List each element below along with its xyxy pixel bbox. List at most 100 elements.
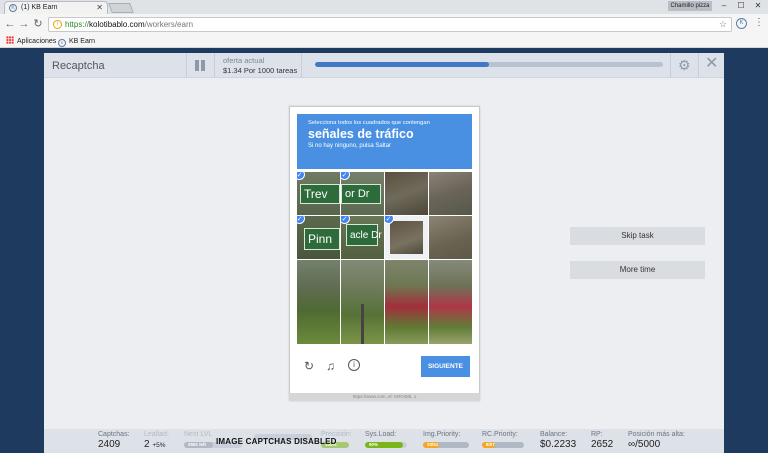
task-timer-progress-fill: [315, 62, 489, 67]
captcha-tile[interactable]: [429, 216, 472, 259]
stat-label: Captchas:: [98, 431, 130, 438]
loyalty-value: 2: [144, 439, 150, 450]
captcha-tile[interactable]: [429, 172, 472, 215]
task-topbar: Recaptcha oferta actual $1.34 Por 1000 t…: [44, 53, 724, 78]
bar-fill: 8/57: [482, 442, 495, 448]
bar-fill: 2591 left: [184, 442, 213, 448]
stat-sys-load: Sys.Load: 90%: [365, 431, 407, 448]
divider: [186, 53, 187, 78]
captcha-tile[interactable]: [341, 260, 384, 344]
stat-value: 2 +5%: [144, 439, 169, 452]
captcha-tile[interactable]: acle Dr ✓: [341, 216, 384, 259]
url-scheme: https://: [65, 20, 90, 29]
kb-extension-icon[interactable]: K: [736, 18, 747, 29]
captcha-tile[interactable]: or Dr ✓: [341, 172, 384, 215]
stat-loyalty: Lealtad: 2 +5%: [144, 431, 169, 452]
recaptcha-grid: Trev ✓ or Dr ✓ Pinn ✓ acle Dr ✓ ✓: [297, 172, 472, 344]
gear-icon[interactable]: ⚙: [678, 58, 691, 72]
recaptcha-footer: ↻ ♫ i SIGUIENTE: [297, 350, 472, 384]
bar-fill: 90%: [365, 442, 403, 448]
task-name: Recaptcha: [52, 60, 105, 72]
browser-menu-icon[interactable]: ⋮: [754, 17, 764, 28]
stat-value: 2652: [591, 439, 614, 450]
recaptcha-target: señales de tráfico: [308, 127, 414, 141]
bookmark-apps[interactable]: Aplicaciones: [6, 36, 56, 47]
stat-label: RC.Priority:: [482, 431, 518, 438]
stats-bar: Captchas: 2409 Lealtad: 2 +5% Next LVL 2…: [44, 429, 724, 453]
info-icon[interactable]: i: [348, 359, 360, 371]
address-bar[interactable]: i https://kolotibablo.com/workers/earn ☆: [48, 17, 732, 32]
captcha-tile[interactable]: Pinn ✓: [297, 216, 340, 259]
stat-label: Posición más alta:: [628, 431, 685, 438]
checkmark-icon: ✓: [297, 172, 305, 180]
mailbox-post: [361, 304, 364, 344]
stat-balance: Balance: $0.2233: [540, 431, 576, 451]
stat-label: Balance:: [540, 431, 568, 438]
captcha-tile[interactable]: [385, 172, 428, 215]
stat-rp: RP: 2652: [591, 431, 613, 451]
browser-tabbar: K (1) KB Earn ✕ Chamillo pizza – ☐ ✕: [0, 0, 768, 14]
captcha-tile[interactable]: [429, 260, 472, 344]
stat-label: Lealtad:: [144, 431, 169, 438]
kb-favicon-icon: K: [58, 39, 66, 47]
street-sign: or Dr: [341, 184, 381, 204]
maximize-icon[interactable]: ☐: [733, 0, 749, 12]
audio-icon[interactable]: ♫: [326, 359, 335, 373]
new-tab-button[interactable]: [108, 3, 134, 13]
divider: [214, 53, 215, 78]
stat-label: RP:: [591, 431, 603, 438]
window-close-icon[interactable]: ✕: [750, 0, 766, 12]
pause-icon[interactable]: [195, 60, 205, 71]
tab-close-icon[interactable]: ✕: [96, 2, 103, 14]
stat-value: $0.2233: [540, 439, 577, 450]
apps-grid-icon: [6, 36, 14, 44]
stat-max-position: Posición más alta: ∞/5000: [628, 431, 685, 451]
bookmark-kb-earn[interactable]: K KB Earn: [58, 36, 95, 47]
skip-task-button[interactable]: Skip task: [570, 227, 705, 245]
checkmark-icon: ✓: [341, 216, 350, 224]
browser-toolbar: ← → ↻ i https://kolotibablo.com/workers/…: [0, 14, 768, 35]
reload-page-icon[interactable]: ↻: [31, 17, 45, 31]
image-captchas-disabled-notice: IMAGE CAPTCHAS DISABLED: [216, 437, 337, 446]
task-timer-progress: [315, 62, 663, 67]
divider: [698, 53, 699, 78]
close-icon[interactable]: ✕: [705, 56, 718, 72]
kb-favicon-icon: K: [9, 4, 17, 12]
browser-tab[interactable]: K (1) KB Earn ✕: [4, 1, 108, 14]
bookmark-apps-label: Aplicaciones: [17, 38, 57, 45]
offer-label: oferta actual: [223, 56, 265, 65]
next-button[interactable]: SIGUIENTE: [421, 356, 470, 377]
street-sign: acle Dr: [346, 224, 382, 246]
captcha-tile[interactable]: [385, 260, 428, 344]
stat-value: 2409: [98, 439, 121, 450]
bookmark-kb-earn-label: KB Earn: [69, 38, 96, 45]
tab-title: (1) KB Earn: [21, 4, 58, 11]
street-sign: Pinn: [304, 228, 340, 250]
bookmarks-bar: Aplicaciones K KB Earn: [0, 35, 768, 48]
more-time-button[interactable]: More time: [570, 261, 705, 279]
stat-rc-priority: RC.Priority: 8/57: [482, 431, 524, 448]
url-host: kolotibablo.com: [89, 20, 145, 29]
back-icon[interactable]: ←: [3, 17, 17, 31]
captcha-tile[interactable]: ✓: [385, 216, 428, 259]
img-priority-bar: 33/51: [423, 442, 469, 448]
minimize-icon[interactable]: –: [716, 0, 732, 12]
divider: [301, 53, 302, 78]
security-warning-icon[interactable]: i: [53, 20, 62, 29]
sys-load-bar: 90%: [365, 442, 407, 448]
reload-icon[interactable]: ↻: [304, 359, 314, 373]
bookmark-star-icon[interactable]: ☆: [719, 18, 727, 31]
recaptcha-subtext: Si no hay ninguno, pulsa Saltar: [308, 143, 392, 149]
url-path: /workers/earn: [144, 20, 194, 29]
loyalty-delta: +5%: [152, 442, 166, 449]
recaptcha-frame: Selecciona todos los cuadrados que conte…: [289, 106, 480, 401]
captcha-tile[interactable]: Trev ✓: [297, 172, 340, 215]
recaptcha-header: Selecciona todos los cuadrados que conte…: [297, 114, 472, 169]
user-profile-chip[interactable]: Chamillo pizza: [668, 1, 712, 11]
checkmark-icon: ✓: [341, 172, 350, 180]
captcha-tile[interactable]: [297, 260, 340, 344]
forward-icon[interactable]: →: [17, 17, 31, 31]
captcha-source-url: https://www.com, el: KRO485, 1: [289, 393, 480, 401]
divider: [670, 53, 671, 78]
stat-value: ∞/5000: [628, 439, 661, 450]
